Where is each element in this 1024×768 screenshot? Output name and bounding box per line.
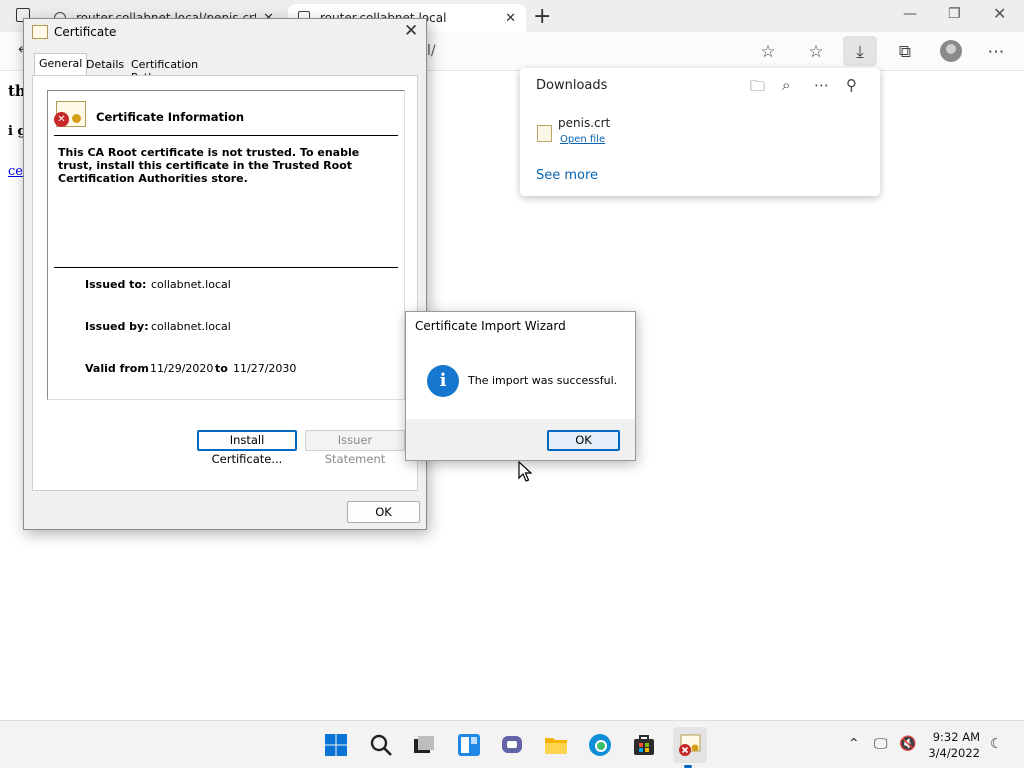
valid-to-value: 11/27/2030 — [233, 362, 297, 375]
clock-time: 9:32 AM — [932, 730, 980, 744]
certificate-dialog: Certificate ✕ General Details Certificat… — [23, 18, 427, 530]
tab-general[interactable]: General — [34, 53, 88, 75]
dialog-title: Certificate Import Wizard — [415, 319, 566, 333]
close-window-button[interactable]: ✕ — [993, 4, 1006, 23]
wizard-message: The import was successful. — [468, 374, 618, 387]
task-view-icon[interactable] — [412, 733, 436, 757]
certificate-taskbar-icon[interactable] — [678, 733, 702, 757]
open-folder-icon[interactable]: 🗀 — [750, 76, 765, 101]
trust-message: This CA Root certificate is not trusted.… — [58, 146, 360, 185]
restore-button[interactable]: ❐ — [948, 6, 961, 22]
divider — [54, 135, 398, 136]
address-bar[interactable]: l/ — [427, 43, 436, 59]
file-explorer-icon[interactable] — [544, 733, 568, 757]
info-title: Certificate Information — [96, 110, 245, 124]
volume-muted-icon[interactable]: 🔇 — [899, 736, 916, 752]
see-more-link[interactable]: See more — [536, 168, 598, 183]
ok-button[interactable]: OK — [547, 430, 620, 451]
tab-certification-path[interactable]: Certification Path — [127, 55, 202, 84]
import-wizard-dialog: Certificate Import Wizard i The import w… — [405, 311, 636, 461]
store-icon[interactable] — [632, 733, 656, 757]
favorites-icon[interactable]: ☆ — [805, 41, 827, 63]
search-icon[interactable]: ⌕ — [782, 76, 790, 94]
clock[interactable]: 9:32 AM 3/4/2022 — [928, 729, 980, 761]
download-file-name[interactable]: penis.crt — [558, 116, 610, 130]
valid-from-label: Valid from — [85, 362, 149, 375]
general-panel: ✕ Certificate Information This CA Root c… — [32, 75, 418, 491]
page-link[interactable]: ce — [8, 164, 23, 179]
download-icon[interactable]: ⤓ — [849, 41, 871, 63]
certificate-file-icon — [537, 125, 552, 142]
certificate-info-box: ✕ Certificate Information This CA Root c… — [47, 90, 405, 400]
new-tab-button[interactable]: + — [533, 4, 551, 29]
issued-by-value: collabnet.local — [151, 320, 231, 333]
widgets-icon[interactable] — [457, 733, 481, 757]
certificate-error-icon: ✕ — [54, 101, 86, 127]
add-favorite-icon[interactable]: ☆ — [757, 41, 779, 63]
profile-avatar[interactable] — [940, 40, 962, 62]
close-tab-icon[interactable]: ✕ — [505, 11, 516, 26]
certificate-icon — [32, 25, 48, 39]
issued-to-label: Issued to: — [85, 278, 147, 291]
to-label: to — [215, 362, 228, 375]
install-certificate-button[interactable]: Install Certificate... — [197, 430, 297, 466]
collections-icon[interactable]: ⧉ — [894, 41, 916, 63]
issued-to-value: collabnet.local — [151, 278, 231, 291]
issued-by-label: Issued by: — [85, 320, 149, 333]
search-icon[interactable] — [369, 733, 393, 757]
start-icon[interactable] — [324, 733, 348, 757]
tab-details[interactable]: Details — [82, 55, 128, 75]
ok-button[interactable]: OK — [347, 501, 420, 523]
edge-icon[interactable] — [588, 733, 612, 757]
downloads-flyout: Downloads 🗀 ⌕ ⋯ ⚲ penis.crt Open file Se… — [520, 68, 880, 196]
notifications-icon[interactable]: ☾ — [990, 736, 1003, 752]
more-options-icon[interactable]: ⋯ — [814, 76, 829, 94]
close-icon[interactable]: ✕ — [404, 21, 418, 41]
downloads-title: Downloads — [536, 78, 608, 93]
open-file-link[interactable]: Open file — [560, 134, 605, 145]
clock-date: 3/4/2022 — [928, 746, 980, 760]
minimize-button[interactable]: — — [903, 6, 917, 22]
dialog-footer: OK — [406, 419, 635, 460]
taskbar: ⌃ 🖵 🔇 9:32 AM 3/4/2022 ☾ — [0, 720, 1024, 768]
info-icon: i — [427, 365, 459, 397]
chat-icon[interactable] — [500, 733, 524, 757]
issuer-statement-button: Issuer Statement — [305, 430, 405, 466]
more-icon[interactable]: ⋯ — [985, 41, 1007, 63]
mouse-cursor-icon — [518, 461, 532, 482]
divider — [54, 267, 398, 268]
valid-from-value: 11/29/2020 — [150, 362, 214, 375]
pin-icon[interactable]: ⚲ — [846, 76, 857, 94]
network-icon[interactable]: 🖵 — [874, 736, 888, 752]
dialog-title: Certificate — [54, 25, 117, 39]
chevron-up-icon[interactable]: ⌃ — [848, 736, 860, 752]
